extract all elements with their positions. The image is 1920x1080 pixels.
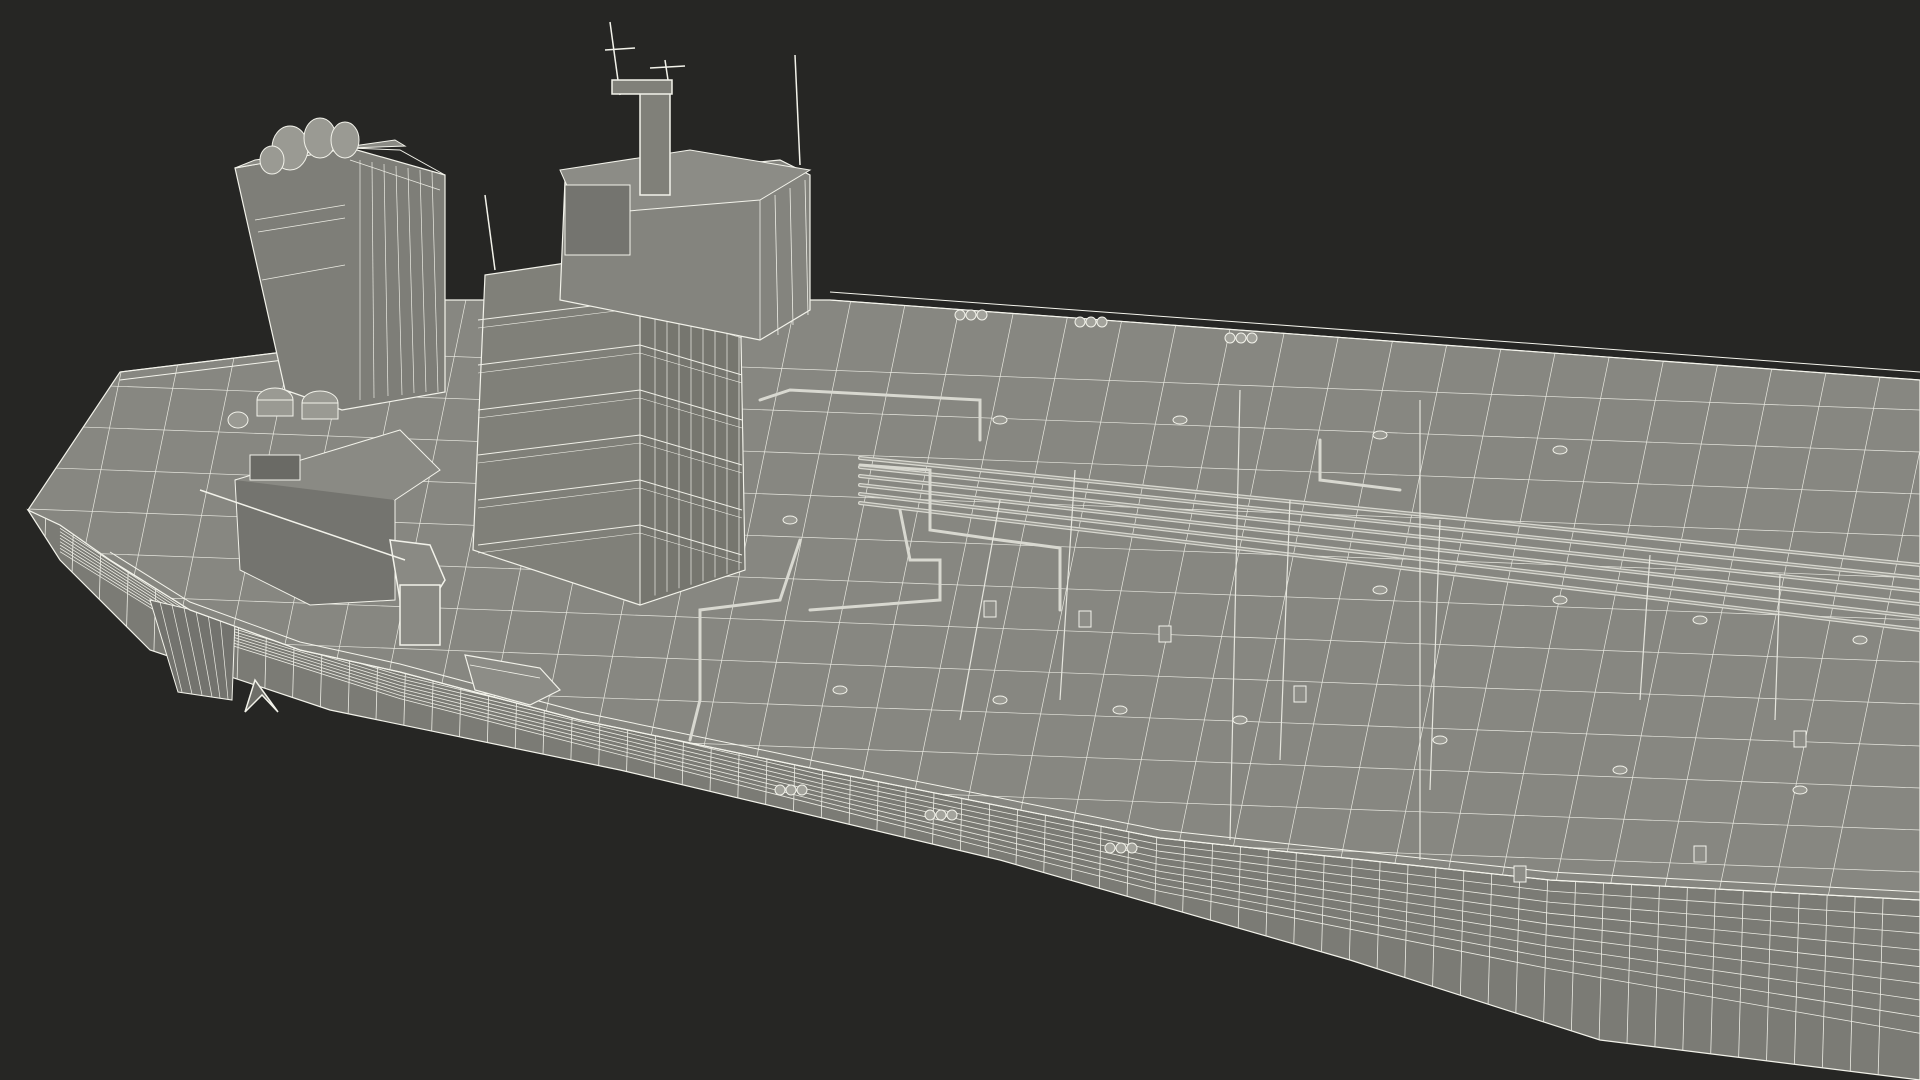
render-viewport [0, 0, 1920, 1080]
tanker-model [26, 21, 1920, 1080]
